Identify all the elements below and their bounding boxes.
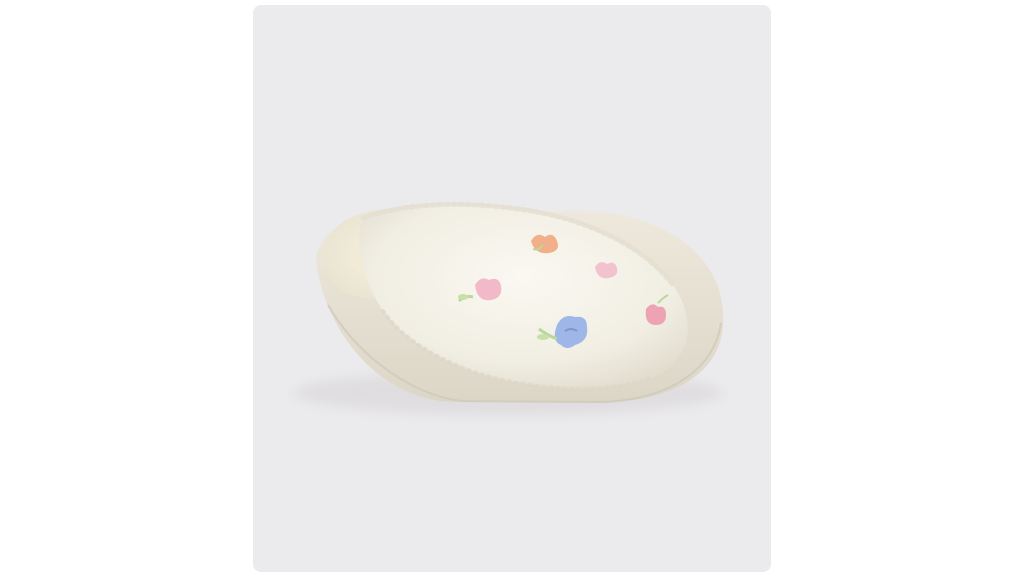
page (0, 0, 1024, 576)
slipper-photo (293, 201, 724, 415)
product-image-card[interactable] (253, 5, 771, 572)
